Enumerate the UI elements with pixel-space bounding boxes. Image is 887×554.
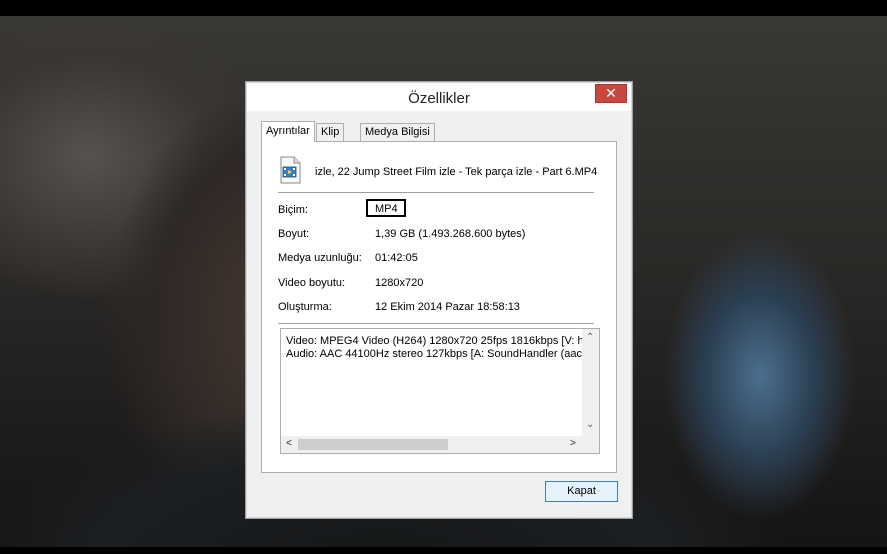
duration-label: Medya uzunluğu: [278, 252, 362, 264]
divider [278, 192, 594, 193]
tab-medya-bilgisi[interactable]: Medya Bilgisi [360, 123, 435, 141]
scroll-left-icon[interactable]: < [286, 438, 292, 449]
close-icon[interactable]: ✕ [595, 84, 627, 103]
scroll-right-icon[interactable]: > [570, 438, 576, 449]
created-label: Oluşturma: [278, 301, 332, 313]
dialog-title: Özellikler [408, 90, 470, 107]
details-panel: izle, 22 Jump Street Film izle - Tek par… [261, 141, 617, 473]
scrollbar-corner [582, 436, 599, 453]
scroll-up-icon[interactable]: ⌃ [586, 332, 594, 343]
tab-ayrintilar[interactable]: Ayrıntılar [261, 121, 315, 142]
properties-dialog: Özellikler ✕ Ayrıntılar Klip Medya Bilgi… [246, 82, 632, 518]
vertical-scrollbar[interactable]: ⌃ ⌄ [582, 329, 599, 437]
scroll-down-icon[interactable]: ⌄ [586, 419, 594, 430]
file-name: izle, 22 Jump Street Film izle - Tek par… [315, 166, 598, 178]
format-label: Biçim: [278, 204, 308, 216]
media-info-textbox[interactable]: Video: MPEG4 Video (H264) 1280x720 25fps… [280, 328, 600, 454]
horizontal-scroll-thumb[interactable] [298, 439, 448, 450]
media-info-line: Video: MPEG4 Video (H264) 1280x720 25fps… [286, 335, 590, 347]
video-size-label: Video boyutu: [278, 277, 346, 289]
top-letterbox [0, 0, 887, 16]
size-label: Boyut: [278, 228, 310, 240]
video-size-value: 1280x720 [375, 277, 424, 289]
dialog-titlebar[interactable]: Özellikler ✕ [247, 83, 631, 111]
size-value: 1,39 GB (1.493.268.600 bytes) [375, 228, 526, 240]
created-value: 12 Ekim 2014 Pazar 18:58:13 [375, 301, 520, 313]
close-button[interactable]: Kapat [545, 481, 618, 502]
horizontal-scrollbar[interactable]: < > [281, 436, 599, 453]
tab-klip[interactable]: Klip [316, 123, 345, 141]
media-info-line: Audio: AAC 44100Hz stereo 127kbps [A: So… [286, 348, 586, 360]
divider [278, 323, 594, 324]
duration-value: 01:42:05 [375, 252, 418, 264]
format-value: MP4 [375, 203, 398, 215]
video-file-icon [280, 156, 301, 184]
bottom-letterbox [0, 547, 887, 554]
